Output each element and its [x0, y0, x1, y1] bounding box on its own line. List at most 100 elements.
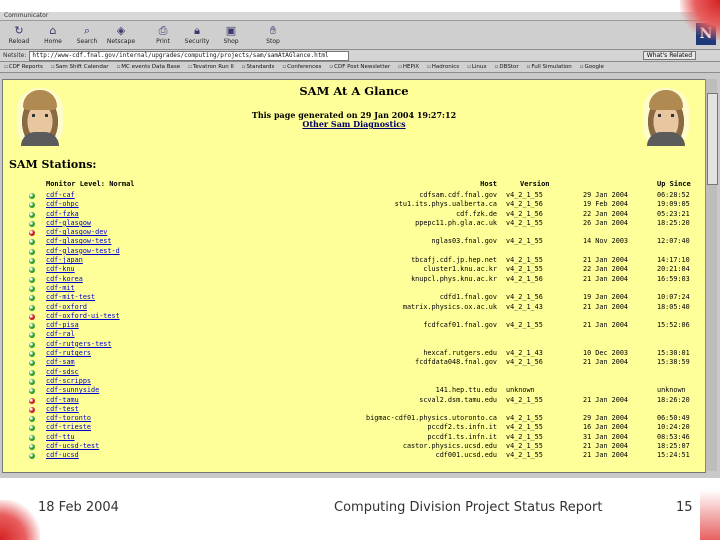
status-dot-icon: [29, 369, 35, 376]
up-date-cell: 21 Jan 2004: [583, 358, 629, 367]
status-dot-icon: [29, 434, 35, 441]
up-date-cell: 29 Jan 2004: [583, 191, 629, 199]
up-time-cell: 06:28:52: [657, 191, 690, 199]
home-button[interactable]: ⌂ Home: [36, 21, 70, 49]
station-name-link[interactable]: cdf-pisa: [46, 321, 79, 330]
whats-related-button[interactable]: What's Related: [642, 51, 696, 60]
bookmark-item[interactable]: MC events Data Base: [113, 64, 185, 70]
host-cell: bigmac-cdf01.physics.utoronto.ca: [366, 414, 497, 423]
up-date-cell: 19 Feb 2004: [583, 200, 629, 209]
host-cell: cdf.fzk.de: [456, 209, 497, 218]
shop-icon: ▣: [225, 24, 237, 37]
station-name-link[interactable]: cdf-glasgow-test-d: [46, 247, 120, 256]
bookmark-item[interactable]: Conferences: [278, 64, 325, 70]
table-row: cdf-glasgow-test nglas03.fnal.gov v4_2_1_5…: [3, 237, 705, 246]
bookmark-item[interactable]: HEPiX: [394, 64, 423, 70]
station-name-link[interactable]: cdf-sunnyside: [46, 386, 99, 395]
version-cell: v4_2_1_55: [506, 442, 543, 451]
up-date-cell: 21 Jan 2004: [583, 274, 629, 283]
up-time-cell: 15:30:01: [657, 349, 690, 358]
station-name-link[interactable]: cdf-ucsd: [46, 451, 79, 460]
station-name-link[interactable]: cdf-rutgers-test: [46, 340, 111, 349]
station-name-link[interactable]: cdf-sam: [46, 358, 75, 367]
status-dot-icon: [29, 193, 35, 199]
location-input[interactable]: http://www-cdf.fnal.gov/internal/upgrade…: [29, 50, 350, 61]
station-name-link[interactable]: cdf-test: [46, 405, 79, 414]
table-row: cdf-knu cluster1.knu.ac.kr v4_2_1_55 22 Jan…: [3, 265, 705, 274]
station-name-link[interactable]: cdf-mit: [46, 284, 75, 293]
version-cell: v4_2_1_55: [506, 423, 543, 432]
station-name-link[interactable]: cdf-oxford-ui-test: [46, 312, 120, 321]
bookmark-item[interactable]: Google: [576, 64, 608, 70]
station-name-link[interactable]: cdf-korea: [46, 275, 83, 284]
station-name-link[interactable]: cdf-tamu: [46, 396, 79, 405]
bookmark-item[interactable]: CDF Reports: [0, 64, 47, 70]
table-row: cdf-test: [3, 405, 705, 414]
station-name-link[interactable]: cdf-caf: [46, 191, 75, 200]
station-name-link[interactable]: cdf-glasgow-test: [46, 237, 111, 246]
host-cell: fcdfcaf01.fnal.gov: [423, 321, 497, 330]
station-name-link[interactable]: cdf-glasgow: [46, 219, 91, 228]
station-name-link[interactable]: cdf-ohpc: [46, 200, 79, 209]
status-dot-icon: [29, 276, 35, 283]
station-name-link[interactable]: cdf-scripps: [46, 377, 91, 386]
scrollbar-thumb[interactable]: [707, 93, 718, 185]
netscape-button[interactable]: ◈ Netscape: [104, 21, 138, 49]
bookmark-item[interactable]: Linux: [463, 64, 491, 70]
table-row: cdf-glasgow ppepc11.ph.gla.ac.uk v4_2_1_55…: [3, 219, 705, 228]
monitor-level-header[interactable]: Monitor Level: Normal: [46, 180, 135, 188]
up-time-cell: 10:07:24: [657, 293, 690, 302]
table-row: cdf-sdsc: [3, 368, 705, 377]
slide-decoration-bottom-right: [700, 490, 720, 540]
bookmark-item[interactable]: Hadronics: [423, 64, 463, 70]
up-date-cell: 21 Jan 2004: [583, 256, 629, 265]
bookmark-item[interactable]: Tevatron Run II: [184, 64, 238, 70]
station-name-link[interactable]: cdf-sdsc: [46, 368, 79, 377]
up-date-cell: 29 Jan 2004: [583, 414, 629, 423]
up-time-cell: 18:25:20: [657, 218, 690, 227]
reload-button[interactable]: ↻ Reload: [2, 21, 36, 49]
bookmark-item[interactable]: Standards: [238, 64, 279, 70]
location-label: Netsite:: [3, 52, 27, 59]
status-dot-icon: [29, 425, 35, 432]
station-name-link[interactable]: cdf-oxford: [46, 303, 87, 312]
table-row: cdf-ucsd-test castor.physics.ucsd.edu v4_2…: [3, 442, 705, 451]
station-name-link[interactable]: cdf-trieste: [46, 423, 91, 432]
vertical-scrollbar[interactable]: [705, 79, 718, 471]
up-time-cell: 20:21:04: [657, 265, 690, 274]
table-row: cdf-pisa fcdfcaf01.fnal.gov v4_2_1_55 21 Ja…: [3, 321, 705, 330]
bookmark-item[interactable]: DBStor: [491, 64, 523, 70]
status-dot-icon: [29, 341, 35, 348]
bookmark-item[interactable]: CDF Post Newsletter: [325, 64, 394, 70]
station-name-link[interactable]: cdf-knu: [46, 265, 75, 274]
host-cell: nglas03.fnal.gov: [431, 237, 497, 246]
security-button[interactable]: 🔒︎ Security: [180, 21, 214, 49]
station-name-link[interactable]: cdf-mit-test: [46, 293, 95, 302]
table-row: cdf-rutgers hexcaf.rutgers.edu v4_2_1_43 10…: [3, 349, 705, 358]
up-date-cell: 21 Jan 2004: [583, 395, 629, 404]
bookmark-item[interactable]: Full Simulation: [523, 64, 576, 70]
status-dot-icon: [29, 378, 35, 385]
up-time-cell: 19:09:05: [657, 200, 690, 209]
version-cell: v4_2_1_55: [506, 191, 543, 199]
status-dot-icon: [29, 351, 35, 358]
station-name-link[interactable]: cdf-toronto: [46, 414, 91, 423]
host-cell: scval2.dsm.tamu.edu: [419, 395, 497, 404]
station-name-link[interactable]: cdf-glasgow-dev: [46, 228, 107, 237]
print-button[interactable]: ⎙ Print: [146, 21, 180, 49]
station-name-link[interactable]: cdf-ral: [46, 330, 75, 339]
stop-button[interactable]: ✋︎ Stop: [256, 21, 290, 49]
version-header: Version: [520, 180, 550, 188]
station-name-link[interactable]: cdf-ttu: [46, 433, 75, 442]
menu-communicator[interactable]: Communicator: [4, 12, 48, 19]
up-since-header: Up Since: [657, 180, 691, 188]
station-name-link[interactable]: cdf-rutgers: [46, 349, 91, 358]
version-cell: v4_2_1_43: [506, 302, 543, 311]
shop-button[interactable]: ▣ Shop: [214, 21, 248, 49]
search-button[interactable]: ⌕ Search: [70, 21, 104, 49]
diagnostics-link[interactable]: Other Sam Diagnostics: [3, 119, 705, 129]
station-name-link[interactable]: cdf-ucsd-test: [46, 442, 99, 451]
station-name-link[interactable]: cdf-fzka: [46, 210, 79, 219]
station-name-link[interactable]: cdf-japan: [46, 256, 83, 265]
bookmark-item[interactable]: Sam Shift Calendar: [47, 64, 113, 70]
